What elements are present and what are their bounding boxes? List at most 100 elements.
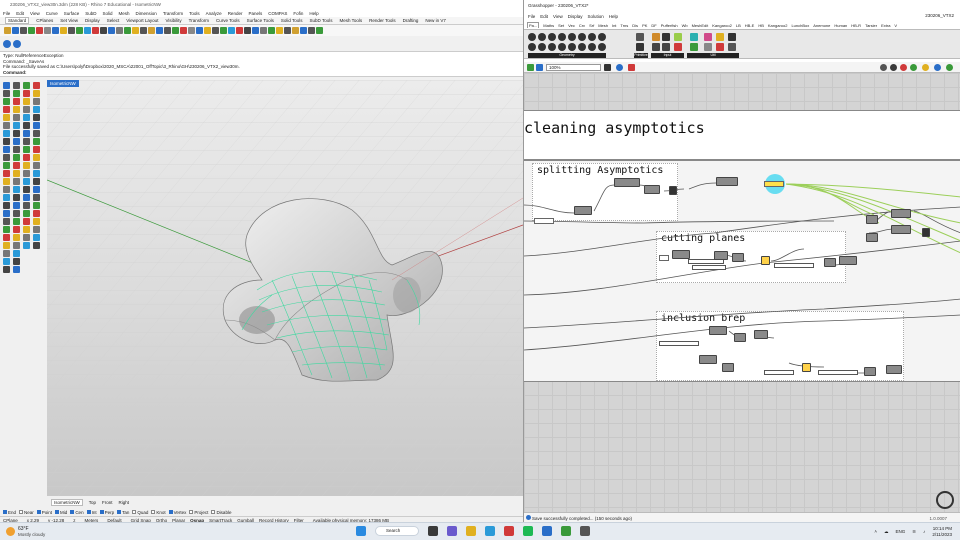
rhino-side-tool-icon[interactable] [33,138,40,145]
rhino-side-tool-icon[interactable] [13,226,20,233]
gh-component[interactable] [866,215,878,224]
osnap-disable[interactable]: Disable [211,510,231,515]
gh-tab[interactable]: Extra [881,23,890,28]
rhino-side-tool-icon[interactable] [13,154,20,161]
rhino-side-tool-icon[interactable] [33,122,40,129]
rhino-side-tool-icon[interactable] [13,202,20,209]
gh-component[interactable] [922,228,930,237]
rhino-tool-icon[interactable] [212,27,219,34]
rhino-tool-icon[interactable] [124,27,131,34]
osnap-project[interactable]: Project [189,510,208,515]
preview-eye-icon[interactable] [616,64,623,71]
osnap-checkbox[interactable] [55,510,60,514]
rhino-side-tool-icon[interactable] [33,226,40,233]
rhino-side-tool-icon[interactable] [23,242,30,249]
onedrive-icon[interactable]: ☁ [884,529,889,535]
gh-tab[interactable]: HB-R [851,23,861,28]
rhino-side-tool-icon[interactable] [33,194,40,201]
rhino-side-tool-icon[interactable] [23,114,30,121]
ribbon-primitive-icon[interactable] [636,43,644,51]
rhino-side-tool-icon[interactable] [13,178,20,185]
gh-tab[interactable]: PK [642,23,647,28]
rhino-side-tool-icon[interactable] [13,122,20,129]
gh-menu-solution[interactable]: Solution [587,14,603,19]
gh-tab[interactable]: V [894,23,897,28]
gh-tab[interactable]: Set [558,23,564,28]
rhino-side-tool-icon[interactable] [13,98,20,105]
gh-tab[interactable]: Human [834,23,847,28]
rhino-side-tool-icon[interactable] [3,202,10,209]
rhino-side-tool-icon[interactable] [23,130,30,137]
rhino-menu-curve[interactable]: Curve [46,11,58,16]
gh-component[interactable] [886,365,902,374]
rhino-tool-icon[interactable] [60,27,67,34]
rhino-tool-icon[interactable] [196,27,203,34]
rhino-side-tool-icon[interactable] [3,210,10,217]
rhino-side-tool-icon[interactable] [23,122,30,129]
gh-tab[interactable]: LunchBox [791,23,809,28]
osnap-checkbox[interactable] [132,510,137,514]
rhino-tool-icon[interactable] [260,27,267,34]
rhino-side-tool-icon[interactable] [33,114,40,121]
rhino-tool-icon[interactable] [276,27,283,34]
number-slider[interactable] [692,265,726,270]
rhino-menu-render[interactable]: Render [228,11,243,16]
rhino-side-tool-icon[interactable] [33,130,40,137]
gh-tab[interactable]: Kangaroo2 [768,23,788,28]
viewport-tab-front[interactable]: Front [102,500,113,505]
rhino-side-tool-icon[interactable] [13,114,20,121]
rhino-tool-icon[interactable] [84,27,91,34]
sketch-pen-icon[interactable] [628,64,635,71]
rhino-side-tool-icon[interactable] [33,234,40,241]
rhino-side-tool-icon[interactable] [3,138,10,145]
rhino-side-tool-icon[interactable] [13,210,20,217]
rhino-side-tool-icon[interactable] [3,218,10,225]
rhino-tool-icon[interactable] [36,27,43,34]
rhino-side-tool-icon[interactable] [33,170,40,177]
osnap-end[interactable]: End [3,510,16,515]
rhino-menu-panels[interactable]: Panels [248,11,262,16]
rhino-side-tool-icon[interactable] [23,234,30,241]
canvas-navigation-icon[interactable] [936,491,954,509]
gh-menu-display[interactable]: Display [568,14,583,19]
rhino-tool-icon[interactable] [268,27,275,34]
rhino-side-tool-icon[interactable] [3,170,10,177]
gh-tab[interactable]: Vec [568,23,575,28]
rhino-menu-fofin[interactable]: Fofin [293,11,303,16]
osnap-checkbox[interactable] [86,510,91,514]
rhino-tool-icon[interactable] [92,27,99,34]
number-slider[interactable] [764,370,794,375]
rhino-side-tool-icon[interactable] [3,186,10,193]
gh-component[interactable] [722,363,734,372]
gh-document-name[interactable]: 230206_VTX2 [925,13,954,18]
rhino-side-tool-icon[interactable] [23,194,30,201]
rhino-side-tool-icon[interactable] [33,178,40,185]
rhino-tab-visibility[interactable]: Visibility [165,18,181,23]
rhino-side-tool-icon[interactable] [33,146,40,153]
ribbon-input-icon[interactable] [652,33,660,41]
rhino-side-tool-icon[interactable] [3,106,10,113]
save-file-icon[interactable] [536,64,543,71]
gh-component[interactable] [732,253,744,262]
command-history[interactable]: Type: NullReferenceException Command: _S… [0,51,523,77]
osnap-checkbox[interactable] [19,510,24,514]
ribbon-util-icon[interactable] [728,43,736,51]
rhino-side-tool-icon[interactable] [3,114,10,121]
ribbon-param-icon[interactable] [548,43,556,51]
zoom-extents-icon[interactable] [604,64,611,71]
rhino-menu-edit[interactable]: Edit [16,11,24,16]
gh-component[interactable] [709,326,727,335]
rhino-tool-icon[interactable] [172,27,179,34]
rhino-tab-subd-tools[interactable]: SubD Tools [310,18,333,23]
rhino-tab-surface-tools[interactable]: Surface Tools [247,18,274,23]
ribbon-param-icon[interactable] [578,33,586,41]
rhino-side-tool-icon[interactable] [23,210,30,217]
rhino-side-tool-icon[interactable] [3,226,10,233]
rhino-side-tool-icon[interactable] [13,186,20,193]
rhino-tab-set-view[interactable]: Set View [60,18,78,23]
rhino-side-tool-icon[interactable] [3,90,10,97]
rhino-side-tool-icon[interactable] [23,170,30,177]
gh-component[interactable] [734,333,746,342]
rhino-tool-icon[interactable] [188,27,195,34]
rhino-tab-mesh-tools[interactable]: Mesh Tools [339,18,362,23]
